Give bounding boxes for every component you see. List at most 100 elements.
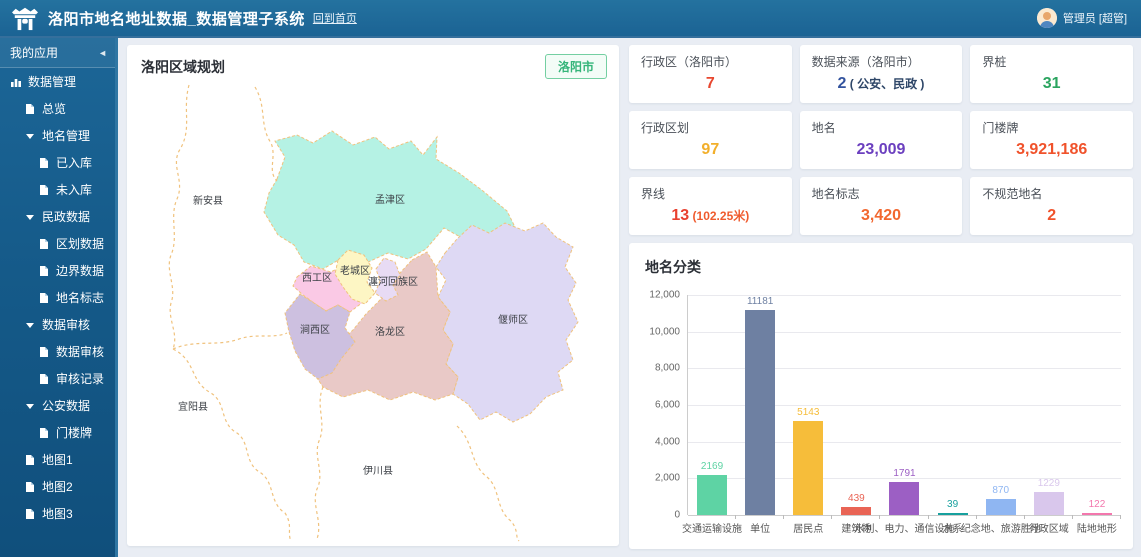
bar-纪念地、旅游胜地 [986,499,1016,515]
district-map[interactable]: 新安县孟津区西工区老城区瀍河回族区涧西区洛龙区偃师区宜阳县伊川县 [127,81,619,543]
map-label-洛龙区: 洛龙区 [375,325,405,338]
bar-slot: 1229行政区域 [1025,295,1073,515]
x-axis-category-label: 单位 [750,520,770,535]
stat-card-label: 行政区划 [641,119,780,136]
bar-value-label: 870 [992,485,1009,496]
app-root: 洛阳市地名地址数据_数据管理子系统 回到首页 管理员 [超管] 我的应用 ◄ 数… [0,0,1141,557]
sidebar-item-数据审核-9[interactable]: 数据审核 [0,311,115,338]
sidebar-item-审核记录-11[interactable]: 审核记录 [0,365,115,392]
sidebar-item-label: 地图1 [42,451,73,468]
classification-chart-panel: 地名分类 02,0004,0006,0008,00010,00012,00021… [629,243,1133,549]
sidebar-header-my-apps[interactable]: 我的应用 ◄ [0,38,115,68]
x-axis-category-label: 水系 [943,520,963,535]
sidebar-item-数据审核-10[interactable]: 数据审核 [0,338,115,365]
file-icon [38,373,50,385]
stat-card-2: 数据来源（洛阳市）2 ( 公安、民政 ) [800,45,963,103]
file-icon [38,238,50,250]
stat-card-value: 13 (102.25米) [641,207,780,225]
county-boundary-3 [173,333,287,349]
sidebar-item-label: 门楼牌 [56,424,92,441]
y-axis-tick-label: 0 [674,510,680,521]
bar-行政区域 [1034,492,1064,515]
bar-chart-icon [10,76,22,88]
map-label-老城区: 老城区 [340,264,370,277]
sidebar-item-边界数据-7[interactable]: 边界数据 [0,257,115,284]
map-label-孟津区: 孟津区 [375,194,405,206]
bar-chart-plot: 02,0004,0006,0008,00010,00012,0002169交通运… [687,295,1121,515]
sidebar-item-区划数据-6[interactable]: 区划数据 [0,230,115,257]
county-boundary-4 [173,349,291,541]
sidebar-item-label: 未入库 [56,181,92,198]
main-content: 洛阳区域规划 洛阳市 新安县孟津区西工区老城区瀍河回族区涧西区洛龙区偃师区宜阳县… [121,38,1141,557]
app-title: 洛阳市地名地址数据_数据管理子系统 [48,8,305,29]
sidebar-item-总览-1[interactable]: 总览 [0,95,115,122]
bar-slot: 870纪念地、旅游胜地 [977,295,1025,515]
region-map-panel: 洛阳区域规划 洛阳市 新安县孟津区西工区老城区瀍河回族区涧西区洛龙区偃师区宜阳县… [127,45,619,546]
y-axis-tick-label: 8,000 [655,363,680,374]
bar-value-label: 11181 [747,296,773,307]
bar-单位 [745,310,775,515]
county-boundary-5 [315,387,323,539]
stat-card-8: 地名标志3,420 [800,177,963,235]
sidebar-item-已入库-3[interactable]: 已入库 [0,149,115,176]
sidebar-item-民政数据-5[interactable]: 民政数据 [0,203,115,230]
back-home-link[interactable]: 回到首页 [313,10,357,26]
sidebar-item-label: 边界数据 [56,262,104,279]
bar-value-label: 1791 [893,468,915,479]
bar-slot: 39水系 [929,295,977,515]
stat-card-value: 97 [641,141,780,159]
collapse-sidebar-icon[interactable]: ◄ [98,38,107,68]
current-user[interactable]: 管理员 [超管] [1063,10,1127,26]
stat-card-label: 地名标志 [812,185,951,202]
sidebar-item-地图2-15[interactable]: 地图2 [0,473,115,500]
bar-水系 [938,513,968,515]
stat-card-label: 界线 [641,185,780,202]
sidebar-item-未入库-4[interactable]: 未入库 [0,176,115,203]
stat-card-1: 行政区（洛阳市）7 [629,45,792,103]
county-boundary-1 [169,85,189,349]
stat-card-value: 3,921,186 [982,141,1121,159]
city-filter-badge[interactable]: 洛阳市 [545,54,607,79]
user-avatar[interactable] [1037,8,1057,28]
file-icon [38,157,50,169]
stat-card-6: 门楼牌 3,921,186 [970,111,1133,169]
file-icon [24,103,36,115]
y-axis-tick-label: 6,000 [655,400,680,411]
map-label-瀍河回族区: 瀍河回族区 [368,275,418,288]
map-label-涧西区: 涧西区 [300,323,330,336]
bar-交通运输设施 [697,475,727,515]
sidebar-item-地图1-14[interactable]: 地图1 [0,446,115,473]
sidebar-menu: 数据管理总览地名管理已入库未入库民政数据区划数据边界数据地名标志数据审核数据审核… [0,68,115,527]
sidebar-item-label: 地图3 [42,505,73,522]
sidebar-item-地名标志-8[interactable]: 地名标志 [0,284,115,311]
caret-down-icon [24,319,36,331]
sidebar-item-label: 数据管理 [28,73,76,90]
sidebar: 我的应用 ◄ 数据管理总览地名管理已入库未入库民政数据区划数据边界数据地名标志数… [0,38,118,557]
sidebar-item-地名管理-2[interactable]: 地名管理 [0,122,115,149]
caret-down-icon [24,211,36,223]
y-axis-tick-label: 10,000 [649,326,680,337]
stat-card-label: 门楼牌 [982,119,1121,136]
stat-card-5: 地名23,009 [800,111,963,169]
right-column: 行政区（洛阳市）7数据来源（洛阳市）2 ( 公安、民政 )界桩31行政区划97地… [629,45,1133,549]
sidebar-item-label: 民政数据 [42,208,90,225]
sidebar-item-label: 数据审核 [42,316,90,333]
stat-card-label: 不规范地名 [982,185,1121,202]
bar-value-label: 122 [1089,499,1106,510]
stat-card-value: 2 [982,207,1121,225]
file-icon [24,508,36,520]
sidebar-item-门楼牌-13[interactable]: 门楼牌 [0,419,115,446]
bar-value-label: 5143 [797,407,819,418]
stat-card-label: 数据来源（洛阳市） [812,53,951,70]
bar-value-label: 39 [947,499,958,510]
stat-card-7: 界线 13 (102.25米) [629,177,792,235]
file-icon [38,265,50,277]
file-icon [38,292,50,304]
county-boundary-6 [457,426,519,541]
sidebar-item-地图3-16[interactable]: 地图3 [0,500,115,527]
sidebar-item-公安数据-12[interactable]: 公安数据 [0,392,115,419]
bar-slot: 11181单位 [736,295,784,515]
sidebar-item-数据管理-0[interactable]: 数据管理 [0,68,115,95]
stat-card-suffix: ( 公安、民政 ) [846,77,924,91]
bar-水利、电力、通信设施 [889,482,919,515]
